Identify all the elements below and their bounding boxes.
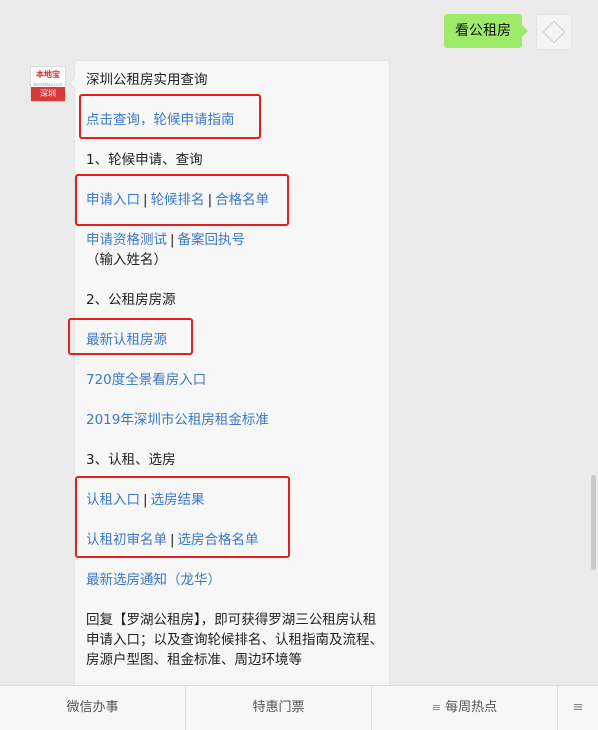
- bot-message-bubble: 深圳公租房实用查询 点击查询，轮候申请指南 1、轮候申请、查询 申请入口 | 轮候排…: [68, 60, 390, 702]
- keyboard-switch-button[interactable]: ≡: [558, 686, 598, 730]
- reply-instruction-paragraph: 回复【罗湖公租房】，即可获得罗湖三公租房认租申请入口；以及查询轮候排名、认租指南…: [86, 612, 383, 668]
- menu-special-tickets[interactable]: 特惠门票: [186, 686, 372, 730]
- test-links-row: 申请资格测试 | 备案回执号: [86, 230, 245, 250]
- highlight-box-listings: [68, 318, 193, 355]
- menu-weekly-hot[interactable]: ≡ 每周热点: [372, 686, 558, 730]
- menu-wechat-services[interactable]: 微信办事: [0, 686, 186, 730]
- bot-logo-city: 深圳: [31, 87, 65, 101]
- section1-heading: 1、轮候申请、查询: [86, 152, 203, 168]
- user-message-row: 看公租房: [444, 14, 572, 50]
- scrollbar-thumb[interactable]: [591, 475, 596, 570]
- bottom-menu: 微信办事 特惠门票 ≡ 每周热点 ≡: [0, 685, 598, 730]
- vr-viewing-link[interactable]: 720度全景看房入口: [86, 370, 206, 390]
- section3-heading: 3、认租、选房: [86, 452, 176, 468]
- qualification-test-link[interactable]: 申请资格测试: [86, 232, 167, 248]
- highlight-box-rent: [75, 476, 290, 558]
- highlight-box-guide: [79, 94, 261, 139]
- latest-notice-link[interactable]: 最新选房通知（龙华）: [86, 570, 221, 590]
- input-name-note: （输入姓名）: [86, 252, 167, 268]
- bot-logo-text: 本地宝: [36, 70, 60, 79]
- rent-standard-link[interactable]: 2019年深圳市公租房租金标准: [86, 410, 269, 430]
- message-title: 深圳公租房实用查询: [86, 72, 208, 88]
- highlight-box-apply: [75, 174, 289, 226]
- user-avatar[interactable]: [536, 14, 572, 50]
- user-message-bubble: 看公租房: [444, 14, 528, 48]
- record-receipt-link[interactable]: 备案回执号: [178, 232, 246, 248]
- submenu-icon: ≡: [431, 701, 442, 714]
- section2-heading: 2、公租房房源: [86, 292, 176, 308]
- separator: |: [170, 232, 175, 248]
- avatar-placeholder-icon: [542, 20, 566, 44]
- menu-weekly-hot-label: 每周热点: [445, 700, 498, 715]
- bot-avatar[interactable]: 本地宝 BenDiBao.com 深圳: [30, 66, 66, 102]
- keyboard-switch-icon: ≡: [572, 700, 584, 715]
